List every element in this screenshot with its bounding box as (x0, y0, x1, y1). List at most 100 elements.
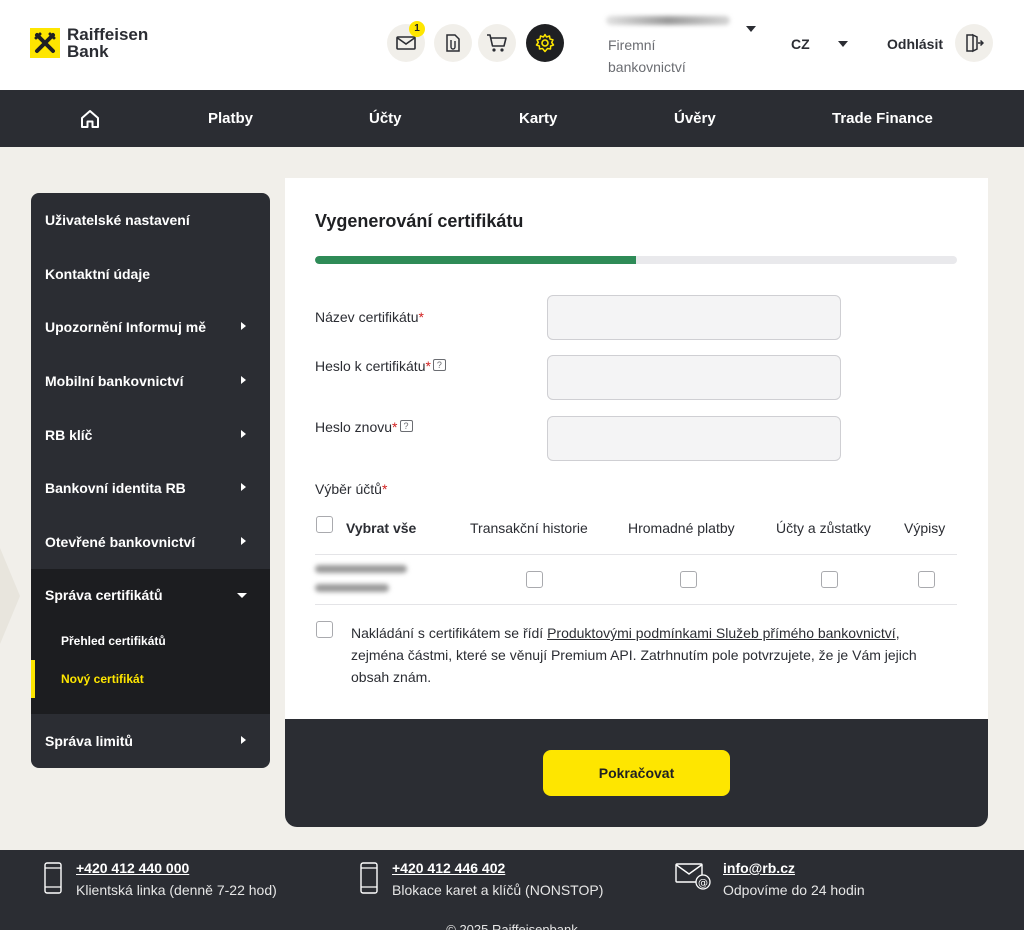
chevron-right-icon (241, 376, 246, 384)
chevron-right-icon (241, 483, 246, 491)
cert-password-label-text: Heslo k certifikátu (315, 358, 426, 374)
footer-phone1-desc: Klientská linka (denně 7-22 hod) (76, 882, 277, 898)
footer-phone1-link[interactable]: +420 412 440 000 (76, 860, 189, 876)
logout-button[interactable] (955, 24, 993, 62)
language-selector[interactable]: CZ (791, 36, 810, 52)
footer-email-desc: Odpovíme do 24 hodin (723, 882, 865, 898)
sidebar-item-label: Uživatelské nastavení (45, 212, 190, 228)
footer-phone2-link[interactable]: +420 412 446 402 (392, 860, 505, 876)
sidebar-subitem-label: Přehled certifikátů (61, 634, 166, 648)
sidebar-item-open-banking[interactable]: Otevřené bankovnictví (31, 522, 270, 562)
chevron-down-icon (237, 593, 247, 598)
wizard-progress-bar (315, 256, 957, 264)
cart-button[interactable] (478, 24, 516, 62)
logo-text-line1: Raiffeisen (67, 25, 149, 44)
language-chevron-down-icon[interactable] (838, 41, 848, 47)
sidebar-item-certificate-management[interactable]: Správa certifikátů (31, 575, 270, 615)
account-name-blurred (606, 16, 730, 25)
account-number-blurred (315, 584, 389, 592)
sidebar-item-mobile-banking[interactable]: Mobilní bankovnictví (31, 361, 270, 401)
sidebar-item-rb-key[interactable]: RB klíč (31, 415, 270, 455)
cert-password-input[interactable] (547, 355, 841, 400)
mail-badge: 1 (409, 21, 425, 37)
statements-checkbox[interactable] (918, 571, 935, 588)
page-footer: +420 412 440 000 Klientská linka (denně … (0, 850, 1024, 930)
column-statements: Výpisy (904, 520, 946, 536)
sidebar-item-notifications[interactable]: Upozornění Informuj mě (31, 307, 270, 347)
cert-name-label: Název certifikátu* (315, 309, 424, 325)
nav-item-karty[interactable]: Karty (519, 90, 557, 147)
sidebar-group-certificates: Správa certifikátů Přehled certifikátů N… (31, 569, 270, 714)
settings-button[interactable] (526, 24, 564, 62)
sidebar-item-label: Otevřené bankovnictví (45, 534, 196, 550)
sidebar-item-label: Bankovní identita RB (45, 480, 186, 496)
chevron-right-icon (241, 322, 246, 330)
account-type-label[interactable]: Firemní bankovnictví (608, 34, 728, 78)
svg-text:@: @ (698, 878, 708, 889)
accounts-selection-label: Výběr účtů* (315, 481, 387, 497)
sidebar-item-label: Správa limitů (45, 733, 133, 749)
sidebar-subitem-new-certificate[interactable]: Nový certifikát (31, 660, 270, 698)
footer-email-link[interactable]: info@rb.cz (723, 860, 795, 876)
cart-icon (487, 34, 507, 52)
logout-door-icon (966, 33, 984, 53)
column-transaction-history: Transakční historie (470, 520, 588, 536)
top-header: Raiffeisen Bank 1 Firemní bankovnictví C… (0, 0, 1024, 90)
sidebar-item-bank-identity[interactable]: Bankovní identita RB (31, 468, 270, 508)
cert-name-input[interactable] (547, 295, 841, 340)
logout-link[interactable]: Odhlásit (887, 36, 943, 52)
select-all-checkbox[interactable] (316, 516, 333, 533)
sidebar-item-user-settings[interactable]: Uživatelské nastavení (31, 200, 270, 240)
continue-button[interactable]: Pokračovat (543, 750, 730, 796)
logo-crossed-gables-icon (30, 28, 60, 58)
chevron-right-icon (241, 736, 246, 744)
account-dropdown-chevron-down-icon[interactable] (746, 26, 756, 32)
email-at-icon: @ (675, 863, 711, 890)
sidebar-item-label: Správa certifikátů (45, 587, 163, 603)
document-clip-icon (446, 34, 460, 52)
form-actions-bar: Pokračovat (285, 719, 988, 827)
nav-item-ucty[interactable]: Účty (369, 90, 402, 147)
required-mark: * (381, 481, 388, 497)
main-navigation: Platby Účty Karty Úvěry Trade Finance (0, 90, 1024, 147)
sidebar-subitem-label: Nový certifikát (61, 672, 144, 686)
column-select-all[interactable]: Vybrat vše (346, 520, 416, 536)
column-accounts-balances: Účty a zůstatky (776, 520, 871, 536)
sidebar-item-label: Upozornění Informuj mě (45, 319, 206, 335)
sidebar-item-contact-details[interactable]: Kontaktní údaje (31, 254, 270, 294)
documents-button[interactable] (434, 24, 472, 62)
help-icon[interactable]: ? (432, 359, 446, 371)
transaction-history-checkbox[interactable] (526, 571, 543, 588)
password-again-label-text: Heslo znovu (315, 419, 393, 435)
sidebar-item-limits[interactable]: Správa limitů (31, 721, 270, 761)
table-row (315, 555, 957, 605)
cert-name-label-text: Název certifikátu (315, 309, 419, 325)
password-again-input[interactable] (547, 416, 841, 461)
sidebar-item-label: Kontaktní údaje (45, 266, 151, 282)
column-bulk-payments: Hromadné platby (628, 520, 735, 536)
accounts-balances-checkbox[interactable] (821, 571, 838, 588)
help-icon[interactable]: ? (399, 420, 413, 432)
nav-item-uvery[interactable]: Úvěry (674, 90, 716, 147)
terms-link[interactable]: Produktovými podmínkami Služeb přímého b… (547, 625, 896, 641)
home-icon[interactable] (79, 108, 101, 130)
sidebar-subitem-certificate-overview[interactable]: Přehled certifikátů (31, 622, 270, 660)
account-name-blurred (315, 565, 407, 573)
raiffeisen-logo[interactable]: Raiffeisen Bank (30, 26, 148, 60)
accounts-table-header: Vybrat vše Transakční historie Hromadné … (315, 514, 957, 555)
sidebar-item-label: RB klíč (45, 427, 93, 443)
terms-checkbox[interactable] (316, 621, 333, 638)
sidebar-item-label: Mobilní bankovnictví (45, 373, 184, 389)
wizard-progress-fill (315, 256, 636, 264)
messages-button[interactable]: 1 (387, 21, 425, 62)
copyright: © 2025 Raiffeisenbank (446, 922, 578, 930)
decorative-triangle (0, 548, 20, 644)
nav-item-platby[interactable]: Platby (208, 90, 253, 147)
mobile-phone-icon (360, 862, 378, 894)
page-title: Vygenerování certifikátu (315, 211, 524, 231)
required-mark: * (418, 309, 424, 325)
accounts-label-text: Výběr účtů (315, 481, 382, 497)
password-again-label: Heslo znovu*? (315, 419, 413, 435)
nav-item-trade-finance[interactable]: Trade Finance (832, 90, 933, 147)
bulk-payments-checkbox[interactable] (680, 571, 697, 588)
